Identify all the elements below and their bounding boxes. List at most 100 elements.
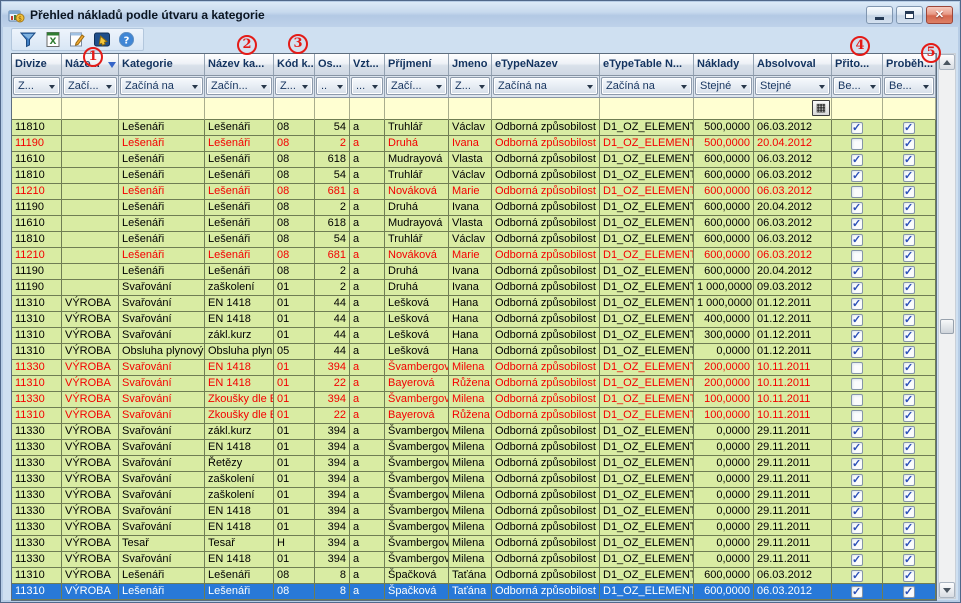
cell-13[interactable]: 20.04.2012 (754, 264, 832, 279)
cell-11[interactable]: D1_OZ_ELEMENT (600, 376, 694, 391)
cell-8[interactable]: Švambergov (385, 504, 449, 519)
vertical-scrollbar[interactable] (938, 53, 956, 599)
cell-4[interactable]: EN 1418 (205, 504, 274, 519)
cell-12[interactable]: 0,0000 (694, 504, 754, 519)
checkbox-checked[interactable] (851, 442, 863, 454)
cell-8[interactable]: Bayerová (385, 376, 449, 391)
cell-15[interactable] (883, 440, 936, 455)
cell-14[interactable] (832, 248, 883, 263)
cell-7[interactable]: a (350, 408, 385, 423)
table-row[interactable]: 11310VÝROBASvařovánízákl.kurz0144aLeškov… (12, 328, 936, 344)
cell-15[interactable] (883, 408, 936, 423)
cell-14[interactable] (832, 504, 883, 519)
checkbox-checked[interactable] (903, 442, 915, 454)
cell-2[interactable] (62, 280, 119, 295)
cell-8[interactable]: Švambergov (385, 456, 449, 471)
filter-operator-dropdown[interactable]: Začín... (206, 77, 272, 95)
cell-4[interactable]: Lešenáři (205, 200, 274, 215)
cell-4[interactable]: zákl.kurz (205, 328, 274, 343)
column-header-4[interactable]: Název ka... (205, 54, 274, 76)
cell-2[interactable]: VÝROBA (62, 360, 119, 375)
checkbox-checked[interactable] (903, 234, 915, 246)
filter-input-13[interactable]: ▦ (754, 98, 832, 120)
cell-2[interactable]: VÝROBA (62, 488, 119, 503)
cell-6[interactable]: 2 (315, 280, 350, 295)
filter-operator-dropdown[interactable]: Stejné (755, 77, 830, 95)
cell-2[interactable]: VÝROBA (62, 472, 119, 487)
checkbox-checked[interactable] (851, 202, 863, 214)
cell-3[interactable]: Svařování (119, 408, 205, 423)
table-row[interactable]: 11330VÝROBATesařTesařH394aŠvambergovMile… (12, 536, 936, 552)
cell-2[interactable]: VÝROBA (62, 504, 119, 519)
cell-3[interactable]: Lešenáři (119, 200, 205, 215)
column-header-1[interactable]: Divize (12, 54, 62, 76)
cell-7[interactable]: a (350, 232, 385, 247)
cell-2[interactable] (62, 216, 119, 231)
cell-6[interactable]: 44 (315, 312, 350, 327)
cell-8[interactable]: Švambergov (385, 360, 449, 375)
cell-12[interactable]: 0,0000 (694, 472, 754, 487)
cell-15[interactable] (883, 424, 936, 439)
cell-3[interactable]: Obsluha plynový (119, 344, 205, 359)
cell-5[interactable]: 01 (274, 408, 315, 423)
cell-6[interactable]: 44 (315, 344, 350, 359)
filter-input-10[interactable] (492, 98, 600, 120)
cell-6[interactable]: 2 (315, 200, 350, 215)
cell-4[interactable]: Lešenáři (205, 136, 274, 151)
column-header-7[interactable]: Vzt... (350, 54, 385, 76)
cell-11[interactable]: D1_OZ_ELEMENT (600, 504, 694, 519)
cell-10[interactable]: Odborná způsobilost (492, 312, 600, 327)
cell-2[interactable] (62, 248, 119, 263)
cell-11[interactable]: D1_OZ_ELEMENT (600, 136, 694, 151)
cell-13[interactable]: 06.03.2012 (754, 168, 832, 183)
cell-6[interactable]: 394 (315, 360, 350, 375)
cell-4[interactable]: Lešenáři (205, 264, 274, 279)
cell-5[interactable]: 08 (274, 136, 315, 151)
cell-8[interactable]: Švambergov (385, 536, 449, 551)
cell-14[interactable] (832, 216, 883, 231)
cell-8[interactable]: Nováková (385, 184, 449, 199)
cell-5[interactable]: 01 (274, 328, 315, 343)
cell-4[interactable]: EN 1418 (205, 360, 274, 375)
cell-7[interactable]: a (350, 376, 385, 391)
cell-3[interactable]: Svařování (119, 392, 205, 407)
table-row[interactable]: 11310VÝROBAObsluha plynovýObsluha plyn05… (12, 344, 936, 360)
cell-12[interactable]: 600,0000 (694, 264, 754, 279)
cell-11[interactable]: D1_OZ_ELEMENT (600, 360, 694, 375)
cell-15[interactable] (883, 248, 936, 263)
checkbox-checked[interactable] (851, 538, 863, 550)
cell-8[interactable]: Truhlář (385, 168, 449, 183)
checkbox-checked[interactable] (851, 522, 863, 534)
cell-1[interactable]: 11330 (12, 424, 62, 439)
cell-10[interactable]: Odborná způsobilost (492, 328, 600, 343)
cell-7[interactable]: a (350, 296, 385, 311)
cell-11[interactable]: D1_OZ_ELEMENT (600, 568, 694, 583)
cell-15[interactable] (883, 200, 936, 215)
table-row[interactable]: 11210LešenářiLešenáři08681aNovákováMarie… (12, 248, 936, 264)
cell-11[interactable]: D1_OZ_ELEMENT (600, 408, 694, 423)
column-header-11[interactable]: eTypeTable N... (600, 54, 694, 76)
cell-4[interactable]: Lešenáři (205, 248, 274, 263)
cell-1[interactable]: 11330 (12, 360, 62, 375)
cell-5[interactable]: 01 (274, 552, 315, 567)
cell-10[interactable]: Odborná způsobilost (492, 136, 600, 151)
filter-input-4[interactable] (205, 98, 274, 120)
cell-6[interactable]: 394 (315, 520, 350, 535)
cell-11[interactable]: D1_OZ_ELEMENT (600, 472, 694, 487)
cell-9[interactable]: Vlasta (449, 152, 492, 167)
cell-3[interactable]: Svařování (119, 520, 205, 535)
cell-11[interactable]: D1_OZ_ELEMENT (600, 584, 694, 599)
cell-5[interactable]: 01 (274, 424, 315, 439)
cell-14[interactable] (832, 424, 883, 439)
cell-4[interactable]: EN 1418 (205, 440, 274, 455)
cell-10[interactable]: Odborná způsobilost (492, 504, 600, 519)
cell-14[interactable] (832, 440, 883, 455)
cell-2[interactable] (62, 264, 119, 279)
cell-10[interactable]: Odborná způsobilost (492, 264, 600, 279)
cell-10[interactable]: Odborná způsobilost (492, 296, 600, 311)
checkbox-checked[interactable] (903, 154, 915, 166)
cell-15[interactable] (883, 344, 936, 359)
cell-1[interactable]: 11310 (12, 312, 62, 327)
table-row[interactable]: 11330VÝROBASvařováníEN 141801394aŠvamber… (12, 504, 936, 520)
cell-4[interactable]: Lešenáři (205, 152, 274, 167)
